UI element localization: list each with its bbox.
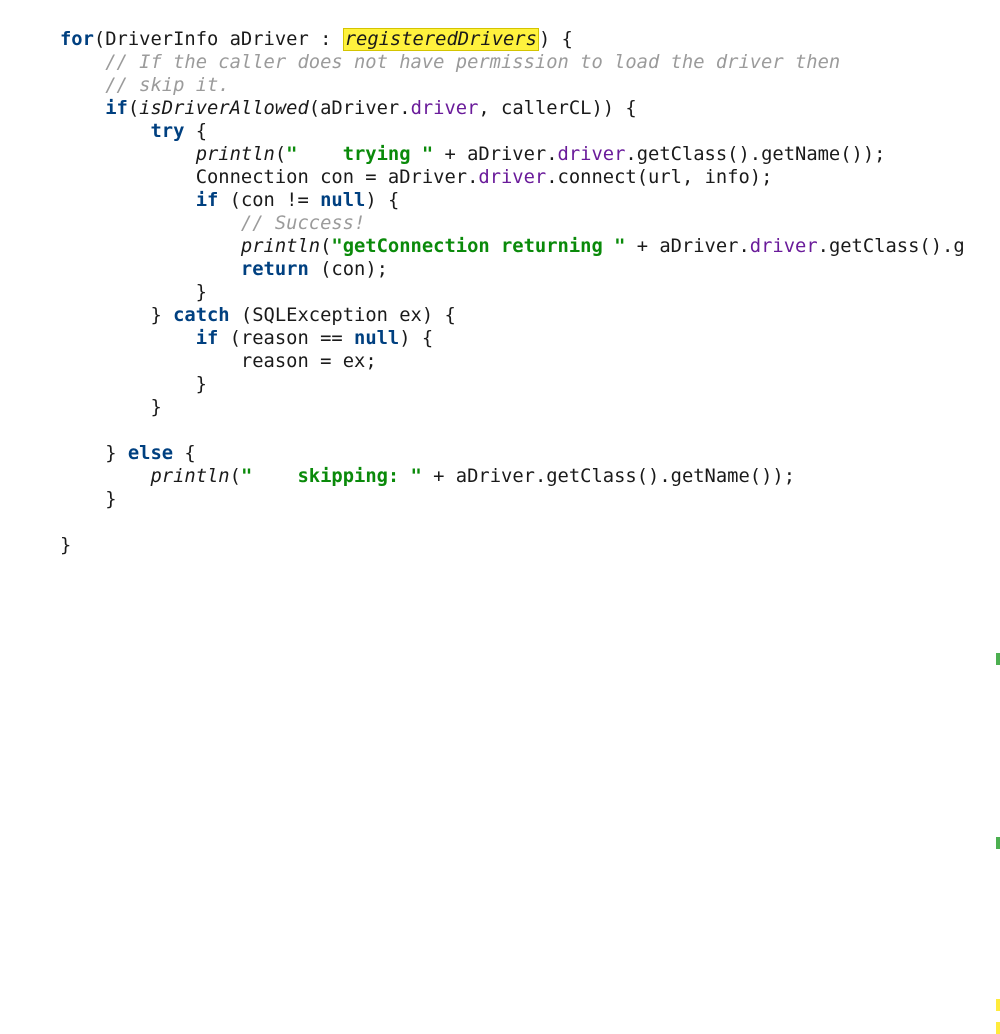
comment-line: // skip it.	[105, 75, 229, 96]
var-adriver: aDriver	[230, 29, 309, 50]
string-literal: " skipping: "	[241, 466, 422, 487]
member-driver: driver	[750, 236, 818, 257]
comment-line: // If the caller does not have permissio…	[105, 52, 840, 73]
var-reason: reason	[241, 328, 309, 349]
string-literal: "getConnection returning "	[331, 236, 625, 257]
gutter-mark-green	[996, 653, 1000, 665]
kw-return: return	[241, 259, 309, 280]
fn-getclass: getClass	[829, 236, 919, 257]
var-ex: ex	[343, 351, 366, 372]
type-sqlexception: SQLException	[252, 305, 388, 326]
fn-getname: getName	[671, 466, 750, 487]
kw-try: try	[150, 121, 184, 142]
fn-getname: getName	[761, 144, 840, 165]
var-con: con	[331, 259, 365, 280]
code-editor-content: for(DriverInfo aDriver : registeredDrive…	[0, 0, 1000, 557]
fn-println: println	[150, 466, 229, 487]
var-adriver: aDriver	[320, 98, 399, 119]
var-con: con	[320, 167, 354, 188]
gutter-mark-green	[996, 837, 1000, 849]
fn-println: println	[196, 144, 275, 165]
highlighted-identifier: registeredDrivers	[343, 28, 539, 51]
fn-isdriverallowed: isDriverAllowed	[139, 98, 309, 119]
member-driver: driver	[411, 98, 479, 119]
member-driver: driver	[478, 167, 546, 188]
comment-success: // Success!	[241, 213, 365, 234]
kw-null: null	[354, 328, 399, 349]
var-ex: ex	[399, 305, 422, 326]
gutter-mark-yellow	[996, 999, 1000, 1011]
arg-info: info	[705, 167, 750, 188]
var-adriver: aDriver	[388, 167, 467, 188]
gutter-mark-yellow	[996, 1022, 1000, 1034]
fn-getclass: getClass	[637, 144, 727, 165]
member-driver: driver	[558, 144, 626, 165]
fn-connect: connect	[558, 167, 637, 188]
var-callercl: callerCL	[501, 98, 591, 119]
kw-if: if	[196, 190, 219, 211]
kw-null: null	[320, 190, 365, 211]
string-literal: " trying "	[286, 144, 433, 165]
var-reason: reason	[241, 351, 309, 372]
var-adriver: aDriver	[467, 144, 546, 165]
fn-println: println	[241, 236, 320, 257]
kw-if: if	[105, 98, 128, 119]
kw-else: else	[128, 443, 173, 464]
kw-catch: catch	[173, 305, 230, 326]
kw-for: for	[60, 29, 94, 50]
var-adriver: aDriver	[659, 236, 738, 257]
var-con: con	[241, 190, 275, 211]
kw-if: if	[196, 328, 219, 349]
type-driverinfo: DriverInfo	[105, 29, 218, 50]
type-connection: Connection	[196, 167, 309, 188]
var-adriver: aDriver	[456, 466, 535, 487]
arg-url: url	[648, 167, 682, 188]
fn-getclass-tail: g	[953, 236, 964, 257]
fn-getclass: getClass	[546, 466, 636, 487]
